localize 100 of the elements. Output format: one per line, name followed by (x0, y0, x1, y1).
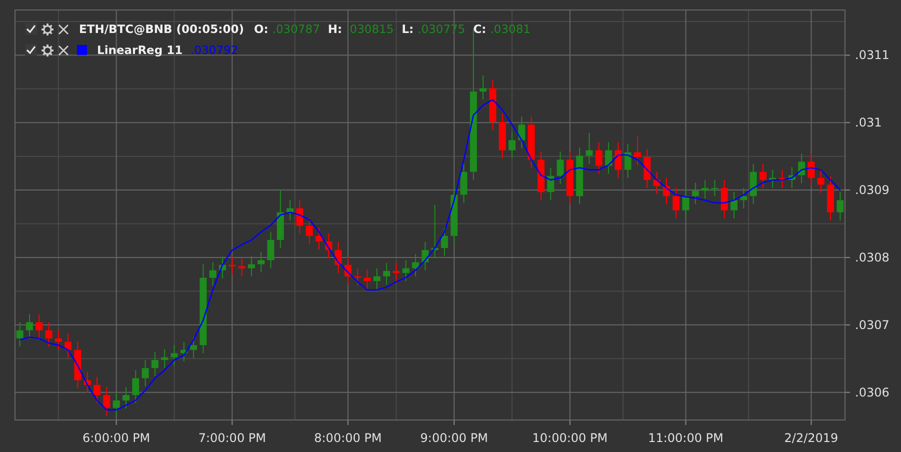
candlestick (740, 188, 748, 209)
candlestick (74, 341, 82, 389)
field-label: O: (254, 22, 268, 36)
candlestick (180, 341, 188, 362)
candlestick (26, 314, 33, 339)
axis-label: 2/2/2019 (784, 431, 838, 445)
candlestick (769, 169, 776, 189)
candlestick (711, 179, 718, 197)
checkbox[interactable] (25, 44, 37, 56)
field-value: .030787 (272, 22, 320, 36)
candlestick (142, 359, 149, 387)
axis-label: .0309 (855, 183, 890, 198)
candlestick (383, 262, 390, 285)
candlestick (556, 151, 564, 184)
candlestick (817, 169, 824, 194)
axis-label: .0306 (855, 385, 890, 400)
axis-label: .0307 (855, 318, 890, 332)
axis-label: .0308 (855, 250, 890, 264)
candlestick (170, 344, 178, 366)
candlestick (538, 151, 544, 201)
candlestick (325, 232, 332, 259)
candlestick (276, 190, 284, 249)
candlestick (209, 262, 216, 286)
indicator-value: .030792 (190, 43, 238, 57)
candlestick (238, 258, 246, 277)
candlestick (778, 169, 786, 189)
candlestick (354, 268, 362, 286)
candlestick (364, 269, 371, 290)
candlestick (605, 142, 612, 174)
candlestick (286, 200, 294, 221)
candlestick (45, 322, 52, 347)
candlestick (334, 241, 342, 274)
axis-label: 11:00:00 PM (648, 431, 724, 445)
candlestick (296, 200, 304, 234)
candlestick (122, 386, 130, 410)
candlestick (460, 163, 468, 204)
candlestick (624, 144, 632, 178)
close-icon[interactable] (58, 44, 69, 56)
candlestick (730, 192, 738, 219)
candlestick (508, 132, 516, 159)
candlestick (431, 204, 438, 259)
candlestick (161, 348, 168, 369)
axis-label: 10:00:00 PM (532, 431, 608, 445)
field-value: .030815 (346, 22, 394, 36)
candlestick (219, 256, 226, 279)
axis-label: 9:00:00 PM (420, 431, 488, 445)
candlestick (518, 116, 526, 149)
candlestick (267, 231, 274, 269)
candlestick (94, 376, 101, 404)
candlestick (750, 163, 757, 205)
settings-icon[interactable] (41, 44, 54, 56)
candlestick (682, 188, 690, 219)
candlestick (653, 171, 660, 195)
axis-label: 7:00:00 PM (198, 431, 266, 445)
candlestick (402, 260, 410, 282)
candlestick (836, 192, 844, 221)
candlestick (576, 147, 584, 205)
candlestick (450, 186, 458, 244)
axis-label: .0311 (855, 48, 890, 62)
axis-label: 8:00:00 PM (314, 431, 382, 445)
candlestick (306, 217, 313, 244)
candlestick (788, 166, 796, 189)
field-value: .03081 (490, 22, 530, 36)
candlestick (634, 136, 641, 166)
candlestick (759, 163, 766, 189)
candlestick (614, 142, 622, 178)
close-icon[interactable] (58, 24, 69, 34)
settings-icon[interactable] (41, 22, 54, 36)
candlestick (595, 142, 602, 174)
candlestick (151, 351, 158, 377)
candlestick (808, 153, 815, 186)
candlestick (720, 179, 728, 219)
candlestick (103, 386, 110, 416)
candlestick (480, 74, 487, 100)
candlestick (412, 254, 420, 277)
candlestick (547, 167, 554, 201)
axis-label: .031 (855, 116, 882, 130)
candlestick (258, 252, 265, 273)
candlestick (702, 179, 709, 200)
candlestick (662, 177, 670, 205)
candlestick (16, 322, 24, 347)
candlestick (132, 370, 140, 404)
candlestick (422, 241, 429, 271)
candlestick (498, 113, 506, 159)
candlestick (112, 392, 120, 416)
candlestick (190, 336, 198, 358)
candlestick (528, 116, 535, 168)
field-label: C: (473, 22, 486, 36)
candlestick (692, 182, 699, 205)
series-title: LinearReg 11 (97, 43, 183, 57)
candlestick (64, 333, 72, 358)
candlestick (644, 148, 651, 189)
checkbox[interactable] (25, 23, 37, 35)
candlestick (373, 268, 380, 290)
candlestick (36, 314, 43, 339)
candlestick (566, 151, 574, 205)
candlestick (586, 132, 593, 164)
field-value: .030775 (418, 22, 466, 36)
candlestick (392, 262, 400, 282)
field-label: H: (328, 22, 342, 36)
